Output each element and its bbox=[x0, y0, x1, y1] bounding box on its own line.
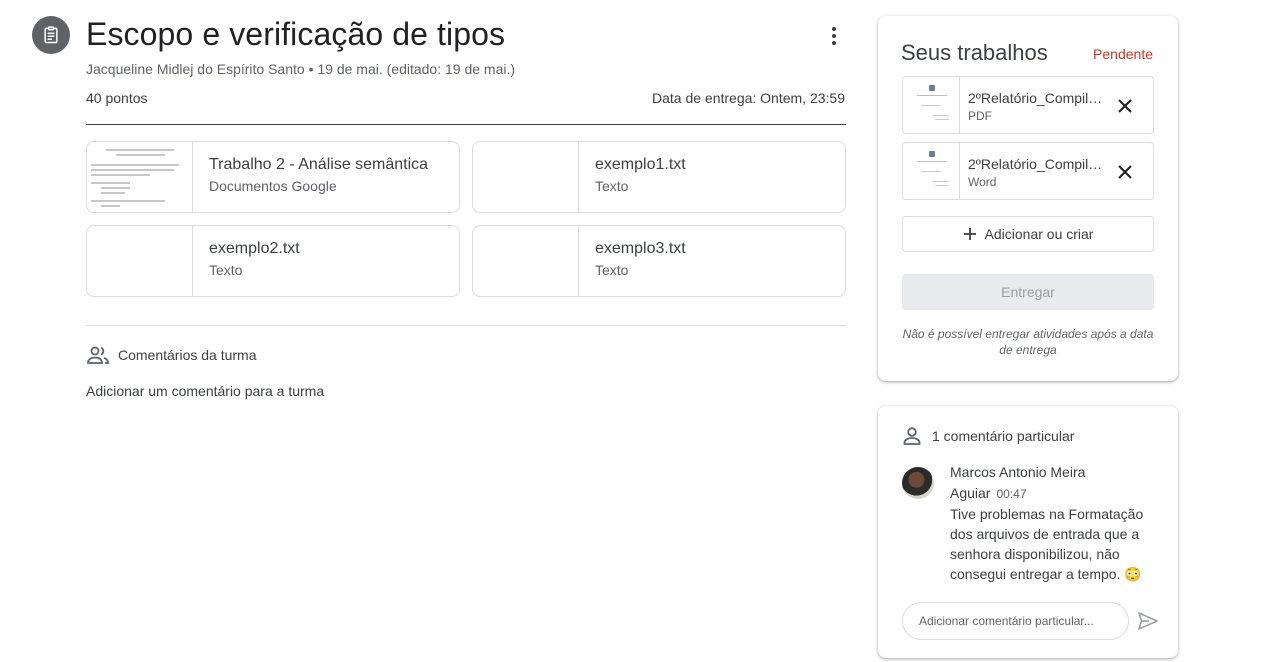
remove-file-button[interactable] bbox=[1113, 160, 1137, 184]
comments-divider bbox=[86, 325, 846, 326]
file-thumbnail bbox=[473, 226, 579, 296]
comment-time: 00:47 bbox=[996, 487, 1027, 501]
attachment-card[interactable]: exemplo3.txt Texto bbox=[472, 225, 846, 297]
attachment-name: exemplo3.txt bbox=[595, 240, 686, 257]
private-comments-header: 1 comentário particular bbox=[902, 426, 1074, 446]
attachment-card[interactable]: exemplo2.txt Texto bbox=[86, 225, 460, 297]
file-thumbnail bbox=[87, 226, 193, 296]
attachment-type: Texto bbox=[595, 262, 629, 278]
submitted-file[interactable]: 2ºRelatório_Compiladores PDF bbox=[902, 76, 1154, 134]
your-work-title: Seus trabalhos bbox=[901, 40, 1048, 65]
attachment-name: exemplo2.txt bbox=[209, 240, 300, 257]
avatar bbox=[902, 467, 934, 499]
points-label: 40 pontos bbox=[86, 90, 148, 106]
due-date: Data de entrega: Ontem, 23:59 bbox=[651, 90, 845, 106]
attachment-name: exemplo1.txt bbox=[595, 156, 686, 173]
file-thumbnail bbox=[473, 142, 579, 212]
private-comment-input[interactable] bbox=[902, 602, 1129, 640]
close-icon bbox=[1118, 165, 1132, 179]
private-comments-card: 1 comentário particular Marcos Antonio M… bbox=[878, 406, 1178, 658]
your-work-card: Seus trabalhos Pendente 2ºRelatório_Comp… bbox=[878, 16, 1178, 381]
submit-button[interactable]: Entregar bbox=[902, 274, 1154, 310]
file-thumbnail bbox=[903, 77, 960, 133]
header-divider bbox=[86, 124, 846, 125]
remove-file-button[interactable] bbox=[1113, 94, 1137, 118]
close-icon bbox=[1118, 99, 1132, 113]
file-name: 2ºRelatório_Compiladores bbox=[968, 90, 1110, 106]
doc-thumbnail bbox=[87, 142, 193, 212]
file-type: PDF bbox=[968, 109, 992, 123]
plus-icon bbox=[963, 228, 976, 240]
file-type: Word bbox=[968, 175, 997, 189]
attachment-type: Texto bbox=[595, 178, 629, 194]
file-thumbnail bbox=[903, 143, 960, 199]
more-vert-icon bbox=[832, 27, 836, 45]
assignment-icon bbox=[32, 16, 70, 54]
private-comments-count: 1 comentário particular bbox=[932, 428, 1075, 444]
attachment-card[interactable]: exemplo1.txt Texto bbox=[472, 141, 846, 213]
add-class-comment-link[interactable]: Adicionar um comentário para a turma bbox=[86, 383, 324, 399]
attachment-type: Texto bbox=[209, 262, 243, 278]
page-title: Escopo e verificação de tipos bbox=[86, 16, 506, 52]
add-or-create-label: Adicionar ou criar bbox=[984, 226, 1094, 242]
attachment-name: Trabalho 2 - Análise semântica bbox=[209, 156, 429, 173]
people-icon bbox=[87, 346, 109, 364]
attachment-type: Documentos Google bbox=[209, 178, 337, 194]
late-submission-note: Não é possível entregar atividades após … bbox=[902, 327, 1154, 357]
assignment-meta: Jacqueline Midlej do Espírito Santo • 19… bbox=[86, 61, 516, 77]
submitted-file[interactable]: 2ºRelatório_Compiladores Word bbox=[902, 142, 1154, 200]
more-options-button[interactable] bbox=[820, 22, 848, 50]
comment-text: Tive problemas na Formatação dos arquivo… bbox=[950, 506, 1144, 582]
send-icon bbox=[1138, 612, 1158, 630]
add-or-create-button[interactable]: Adicionar ou criar bbox=[902, 216, 1154, 252]
class-comments-header: Comentários da turma bbox=[86, 345, 257, 365]
attachment-card[interactable]: Trabalho 2 - Análise semântica Documento… bbox=[86, 141, 460, 213]
comment-author: Marcos Antonio Meira Aguiar 00:47 bbox=[950, 462, 1150, 505]
person-icon bbox=[903, 427, 921, 445]
status-badge: Pendente bbox=[1093, 46, 1153, 62]
send-comment-button[interactable] bbox=[1136, 609, 1160, 633]
class-comments-label: Comentários da turma bbox=[118, 347, 257, 363]
file-name: 2ºRelatório_Compiladores bbox=[968, 156, 1110, 172]
